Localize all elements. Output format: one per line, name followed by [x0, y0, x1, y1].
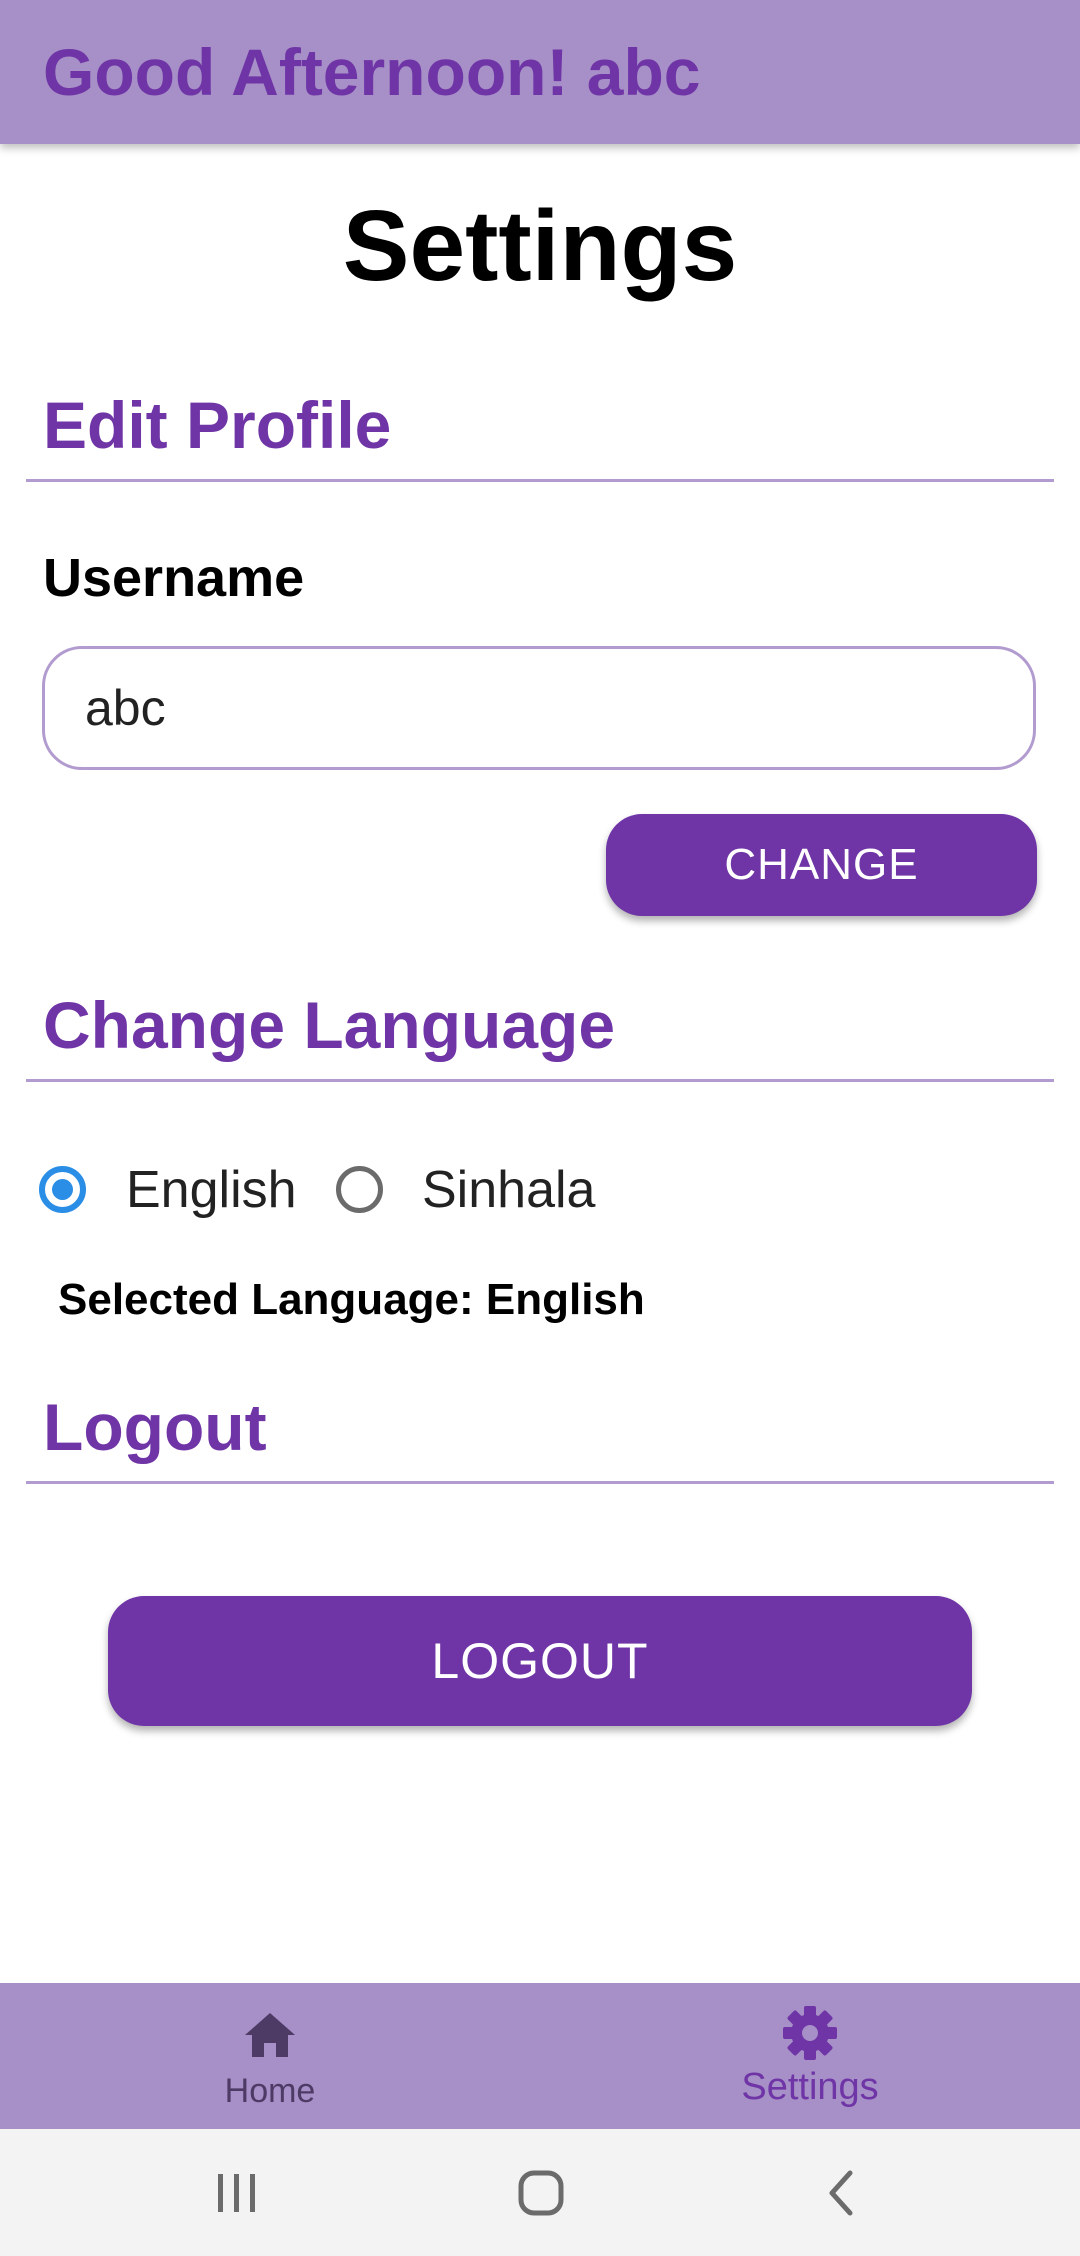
sinhala-label[interactable]: Sinhala [422, 1158, 595, 1222]
edit-profile-heading: Edit Profile [43, 388, 392, 462]
home-icon [0, 2011, 540, 2064]
bottom-navigation: Home Settings [0, 1983, 1080, 2129]
logout-heading: Logout [43, 1390, 267, 1464]
home-circle-icon[interactable] [516, 2168, 566, 2218]
english-radio[interactable] [39, 1166, 86, 1213]
nav-label-home: Home [224, 2072, 316, 2110]
recents-icon[interactable] [214, 2168, 260, 2218]
selected-language-text: Selected Language: English [58, 1275, 645, 1324]
page-title: Settings [342, 190, 738, 302]
logout-button[interactable]: LOGOUT [108, 1596, 972, 1726]
change-username-button[interactable]: CHANGE [606, 814, 1037, 916]
app-bar: Good Afternoon! abc [0, 0, 1080, 144]
change-language-divider [26, 1079, 1054, 1082]
nav-item-home[interactable]: Home [0, 1983, 540, 2129]
nav-item-settings[interactable]: Settings [540, 1983, 1080, 2129]
edit-profile-divider [26, 479, 1054, 482]
username-input[interactable] [42, 646, 1036, 770]
english-label[interactable]: English [126, 1158, 297, 1222]
change-language-heading: Change Language [43, 988, 616, 1062]
gear-icon [540, 2005, 1080, 2066]
sinhala-radio[interactable] [336, 1166, 383, 1213]
greeting-title: Good Afternoon! abc [43, 35, 701, 109]
back-icon[interactable] [824, 2168, 860, 2218]
logout-divider [26, 1481, 1054, 1484]
username-label: Username [43, 548, 305, 608]
nav-label-settings: Settings [741, 2066, 879, 2108]
